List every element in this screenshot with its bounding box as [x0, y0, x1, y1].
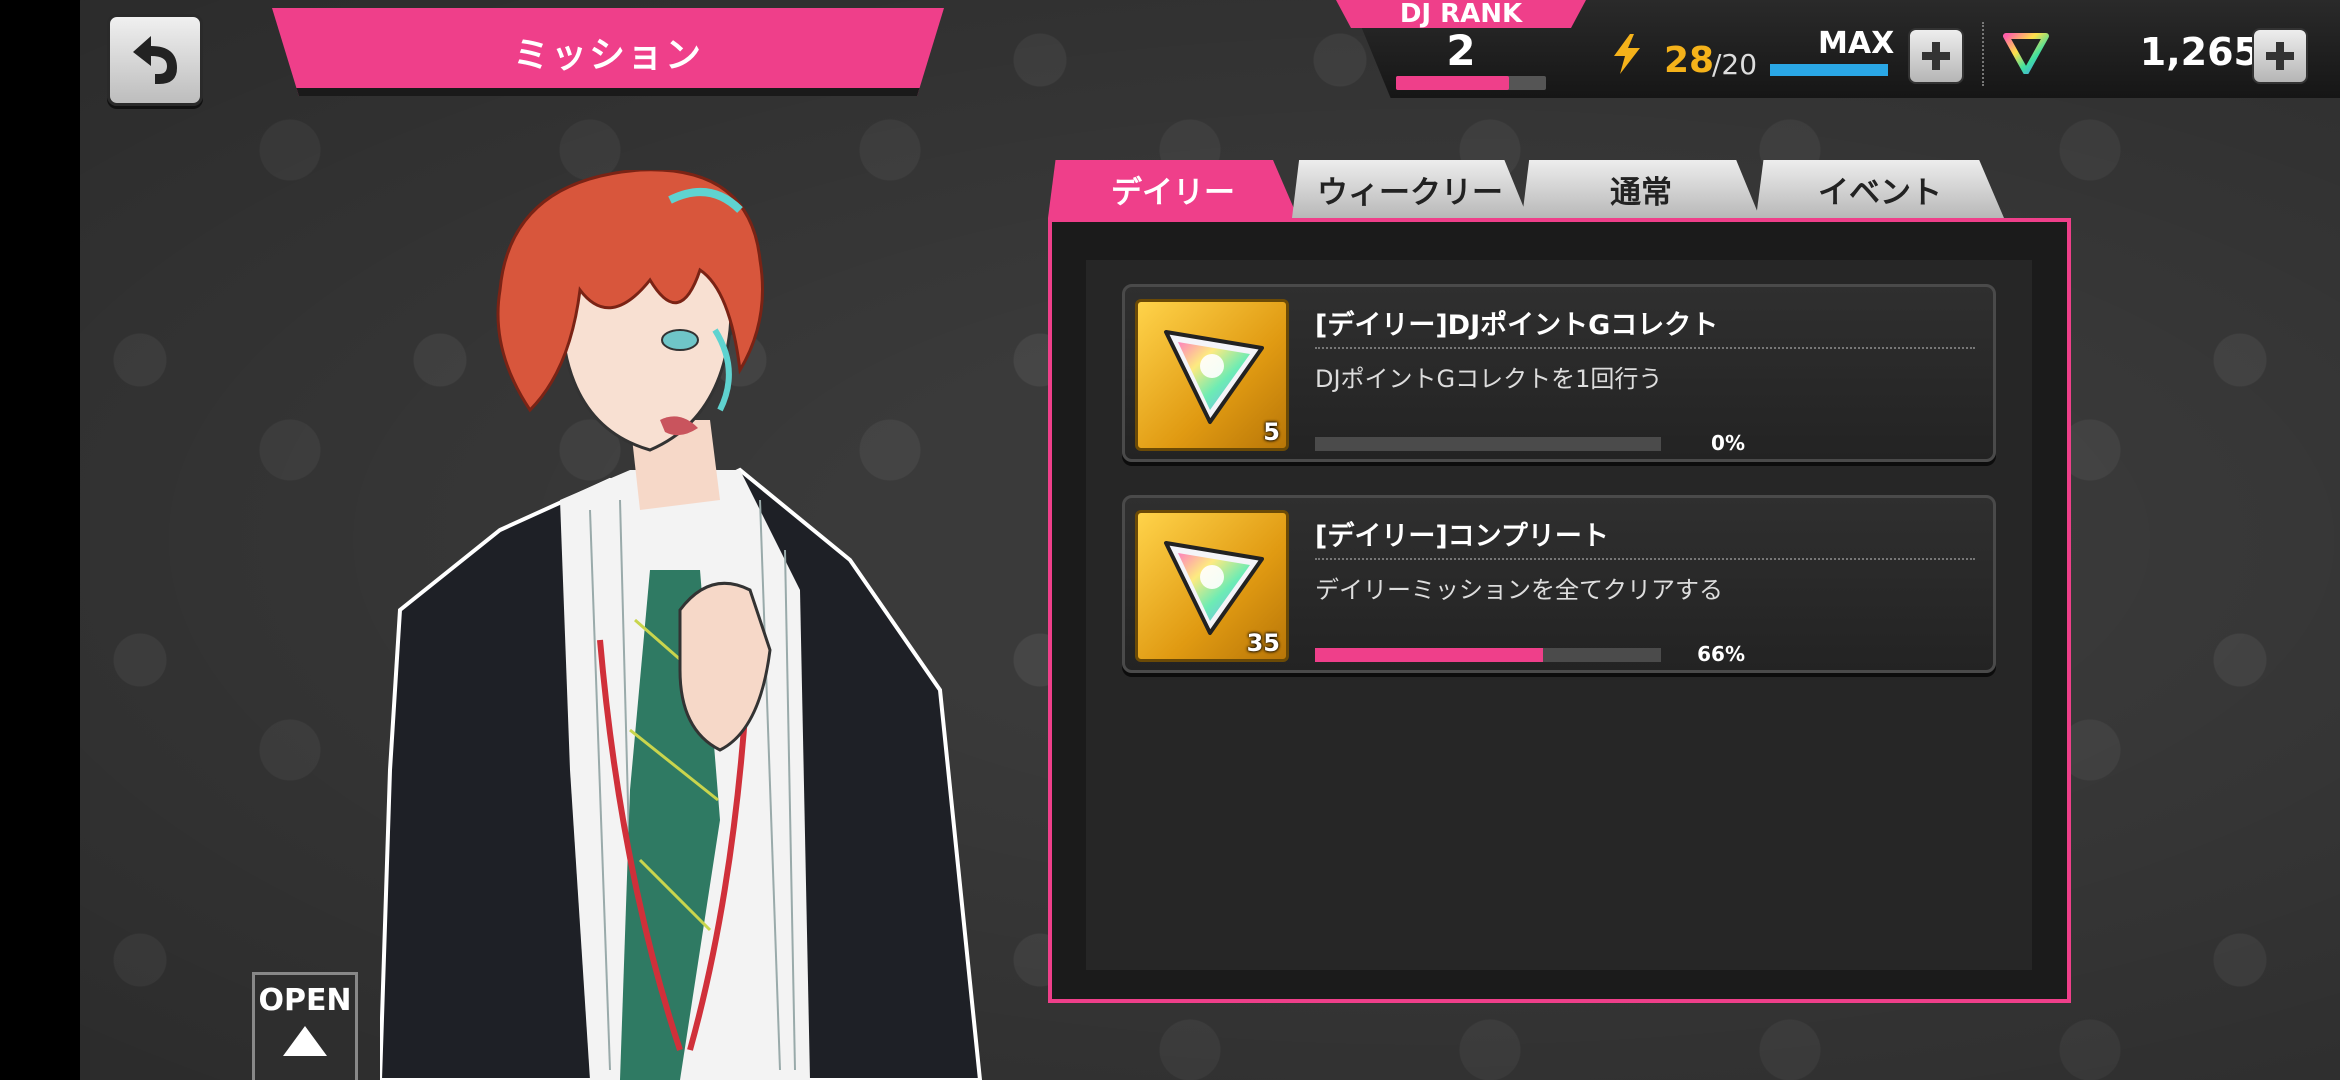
mission-progress-text: 0% — [1711, 431, 1745, 455]
open-button-label: OPEN — [258, 983, 352, 1018]
dj-rank-value: 2 — [1446, 26, 1476, 75]
open-button[interactable]: OPEN — [252, 972, 358, 1080]
lightning-icon — [1614, 34, 1640, 74]
reward-item: 35 — [1135, 510, 1289, 662]
mission-progress-text: 66% — [1697, 642, 1745, 666]
stamina-bar — [1770, 64, 1888, 76]
mission-item[interactable]: 5 [デイリー]DJポイントGコレクト DJポイントGコレクトを1回行う 0% — [1122, 284, 1996, 462]
reward-gem-icon — [1164, 330, 1264, 424]
stamina-current: 28 — [1664, 40, 1715, 81]
dj-rank-progress — [1396, 76, 1546, 90]
mission-progress-fill — [1315, 648, 1544, 662]
stamina-status: MAX — [1818, 26, 1895, 61]
reward-count: 5 — [1263, 418, 1280, 446]
mission-progress-bar — [1315, 437, 1661, 451]
mission-title: [デイリー]コンプリート — [1315, 521, 1609, 552]
character-illustration — [380, 170, 983, 1080]
stamina-max: /20 — [1712, 48, 1758, 81]
arrow-up-icon — [283, 1026, 327, 1056]
mission-item[interactable]: 35 [デイリー]コンプリート デイリーミッションを全てクリアする 66% — [1122, 495, 1996, 673]
gem-count: 1,265 — [2139, 30, 2260, 74]
reward-item: 5 — [1135, 299, 1289, 451]
dj-rank: DJ RANK 2 — [1336, 0, 1586, 98]
add-stamina-button[interactable] — [1908, 28, 1964, 84]
mission-progress-bar — [1315, 648, 1661, 662]
tab-normal[interactable]: 通常 — [1522, 160, 1760, 218]
back-arrow-icon — [133, 36, 177, 84]
plus-icon — [1922, 42, 1950, 70]
reward-count: 35 — [1246, 629, 1280, 657]
divider — [1982, 22, 1984, 86]
tab-weekly[interactable]: ウィークリー — [1292, 160, 1528, 218]
reward-gem-icon — [1164, 541, 1264, 635]
divider — [1315, 558, 1975, 560]
tab-event[interactable]: イベント — [1756, 160, 2004, 218]
tab-daily[interactable]: デイリー — [1048, 160, 1298, 218]
mission-description: DJポイントGコレクトを1回行う — [1315, 365, 1663, 393]
plus-icon — [2266, 42, 2294, 70]
gem-icon — [2003, 33, 2049, 74]
mission-title: [デイリー]DJポイントGコレクト — [1315, 310, 1719, 341]
dj-rank-label: DJ RANK — [1336, 0, 1586, 28]
back-button[interactable] — [107, 14, 203, 106]
mission-description: デイリーミッションを全てクリアする — [1315, 576, 1723, 604]
add-gems-button[interactable] — [2252, 28, 2308, 84]
page-title: ミッション — [272, 8, 944, 96]
divider — [1315, 347, 1975, 349]
